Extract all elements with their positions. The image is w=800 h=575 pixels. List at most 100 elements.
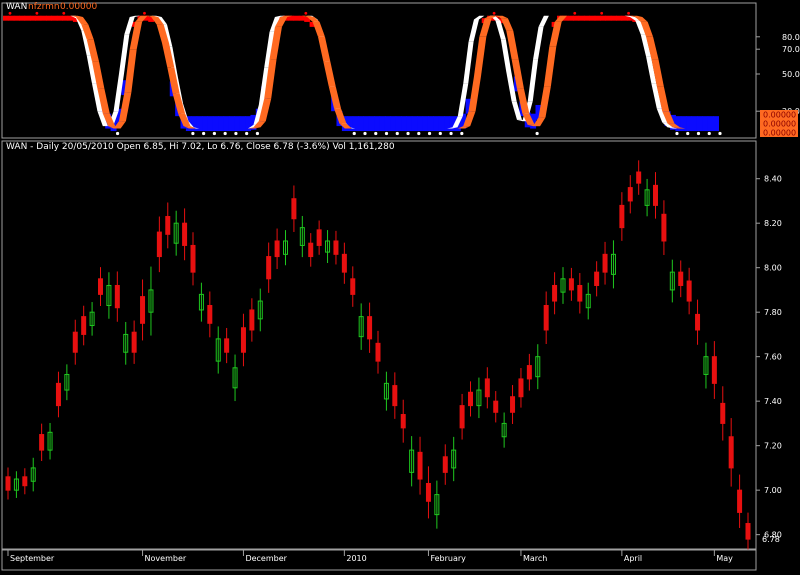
indicator-symbol: WAN — [6, 2, 27, 12]
candle-body — [543, 305, 549, 331]
candle-body — [602, 253, 608, 273]
candle-body — [367, 316, 373, 340]
price-tick-label: 7.20 — [764, 442, 782, 451]
price-tick-label: 7.80 — [764, 308, 782, 317]
date-tick-label: 2010 — [346, 554, 366, 563]
candle-body — [728, 436, 734, 469]
indicator-dot — [406, 131, 410, 136]
candle-body — [425, 482, 431, 502]
candle-body — [114, 284, 120, 309]
candle-body — [526, 365, 532, 380]
candle-body — [291, 198, 297, 220]
indicator-tick-label: 80.0 — [782, 33, 800, 42]
date-tick-label: March — [523, 554, 547, 563]
indicator-dot — [255, 131, 260, 136]
indicator-value-badge-label: 0.00000 — [763, 129, 796, 138]
indicator-dot — [202, 131, 206, 136]
indicator-name: nfzrmn — [28, 2, 60, 12]
price-tick-label: 7.40 — [764, 397, 782, 406]
indicator-dot — [374, 131, 378, 136]
candle-body — [484, 378, 490, 398]
indicator-dot — [212, 131, 216, 136]
candle-body — [510, 396, 516, 413]
indicator-dot — [492, 11, 496, 15]
candle-body — [468, 391, 473, 407]
indicator-dot — [460, 131, 464, 136]
candle-body — [81, 316, 87, 335]
candle-body — [392, 385, 398, 407]
indicator-dot — [143, 11, 146, 15]
candle-body — [274, 240, 280, 258]
candle-body — [165, 216, 171, 235]
candle-body — [333, 240, 339, 255]
candle-body — [98, 278, 103, 295]
candle-body — [400, 414, 406, 429]
indicator-dot — [245, 131, 249, 136]
candle-body — [417, 451, 423, 480]
indicator-dot — [535, 131, 539, 136]
candle-body — [459, 405, 465, 429]
price-tick-label: 8.20 — [764, 219, 782, 228]
indicator-dot — [417, 131, 421, 136]
price-tick-label: 8.00 — [764, 264, 782, 273]
candle-body — [577, 284, 583, 302]
date-axis-frame — [1, 549, 757, 571]
candle-body — [240, 327, 246, 353]
indicator-value-badge-label: 0.00000 — [763, 120, 796, 129]
indicator-dot — [627, 11, 630, 15]
date-tick-label: May — [716, 554, 733, 563]
candle-body — [568, 278, 574, 291]
indicator-dot — [304, 11, 308, 15]
candle-body — [39, 434, 45, 451]
chart-window: WAN nfzrmn 0.00000 80.070.050.020.00.000… — [0, 0, 800, 571]
candle-body — [22, 476, 28, 487]
indicator-dot — [191, 131, 195, 136]
indicator-dot — [438, 131, 442, 136]
candle-body — [375, 342, 381, 362]
candle-body — [737, 489, 743, 513]
indicator-dot — [686, 131, 690, 136]
candle-body — [5, 476, 11, 491]
candle-body — [308, 242, 314, 258]
indicator-tick-label: 70.0 — [782, 45, 800, 54]
candle-body — [711, 356, 717, 384]
candle-body — [131, 331, 137, 353]
indicator-dot — [8, 11, 12, 15]
candle-body — [686, 280, 692, 302]
candle-body — [316, 229, 322, 246]
indicator-dot — [234, 131, 238, 136]
indicator-dot — [35, 11, 39, 15]
candle-body — [224, 338, 230, 353]
date-tick-label: September — [10, 554, 55, 563]
candle-body — [55, 382, 61, 407]
indicator-dot — [449, 131, 453, 136]
chart-canvas[interactable]: WAN nfzrmn 0.00000 80.070.050.020.00.000… — [0, 0, 800, 571]
indicator-value: 0.00000 — [60, 2, 97, 12]
candle-body — [619, 204, 625, 229]
candle-body — [518, 378, 524, 398]
indicator-dot — [427, 131, 432, 136]
date-tick-label: December — [245, 554, 287, 563]
date-axis: September November December 2010 February Mar… — [1, 549, 757, 571]
indicator-dot — [573, 11, 577, 15]
date-tick-label: February — [430, 554, 466, 563]
indicator-dot — [62, 11, 66, 15]
candle-body — [720, 402, 726, 424]
candle-body — [678, 271, 684, 286]
indicator-dot — [707, 131, 711, 136]
price-tick-label: 8.40 — [764, 175, 782, 184]
date-tick-label: April — [624, 554, 642, 563]
indicator-dot — [384, 131, 389, 136]
candle-body — [207, 305, 213, 324]
indicator-dot — [675, 131, 679, 136]
price-tick-label: 7.60 — [764, 353, 782, 362]
candle-body — [627, 187, 633, 202]
candle-body — [72, 331, 78, 353]
indicator-dot — [223, 131, 227, 136]
candle-body — [341, 253, 347, 273]
indicator-dot — [352, 131, 356, 136]
indicator-dot — [363, 131, 367, 136]
date-tick-label: November — [145, 554, 187, 563]
candle-body — [156, 231, 162, 258]
candle-body — [594, 271, 600, 286]
